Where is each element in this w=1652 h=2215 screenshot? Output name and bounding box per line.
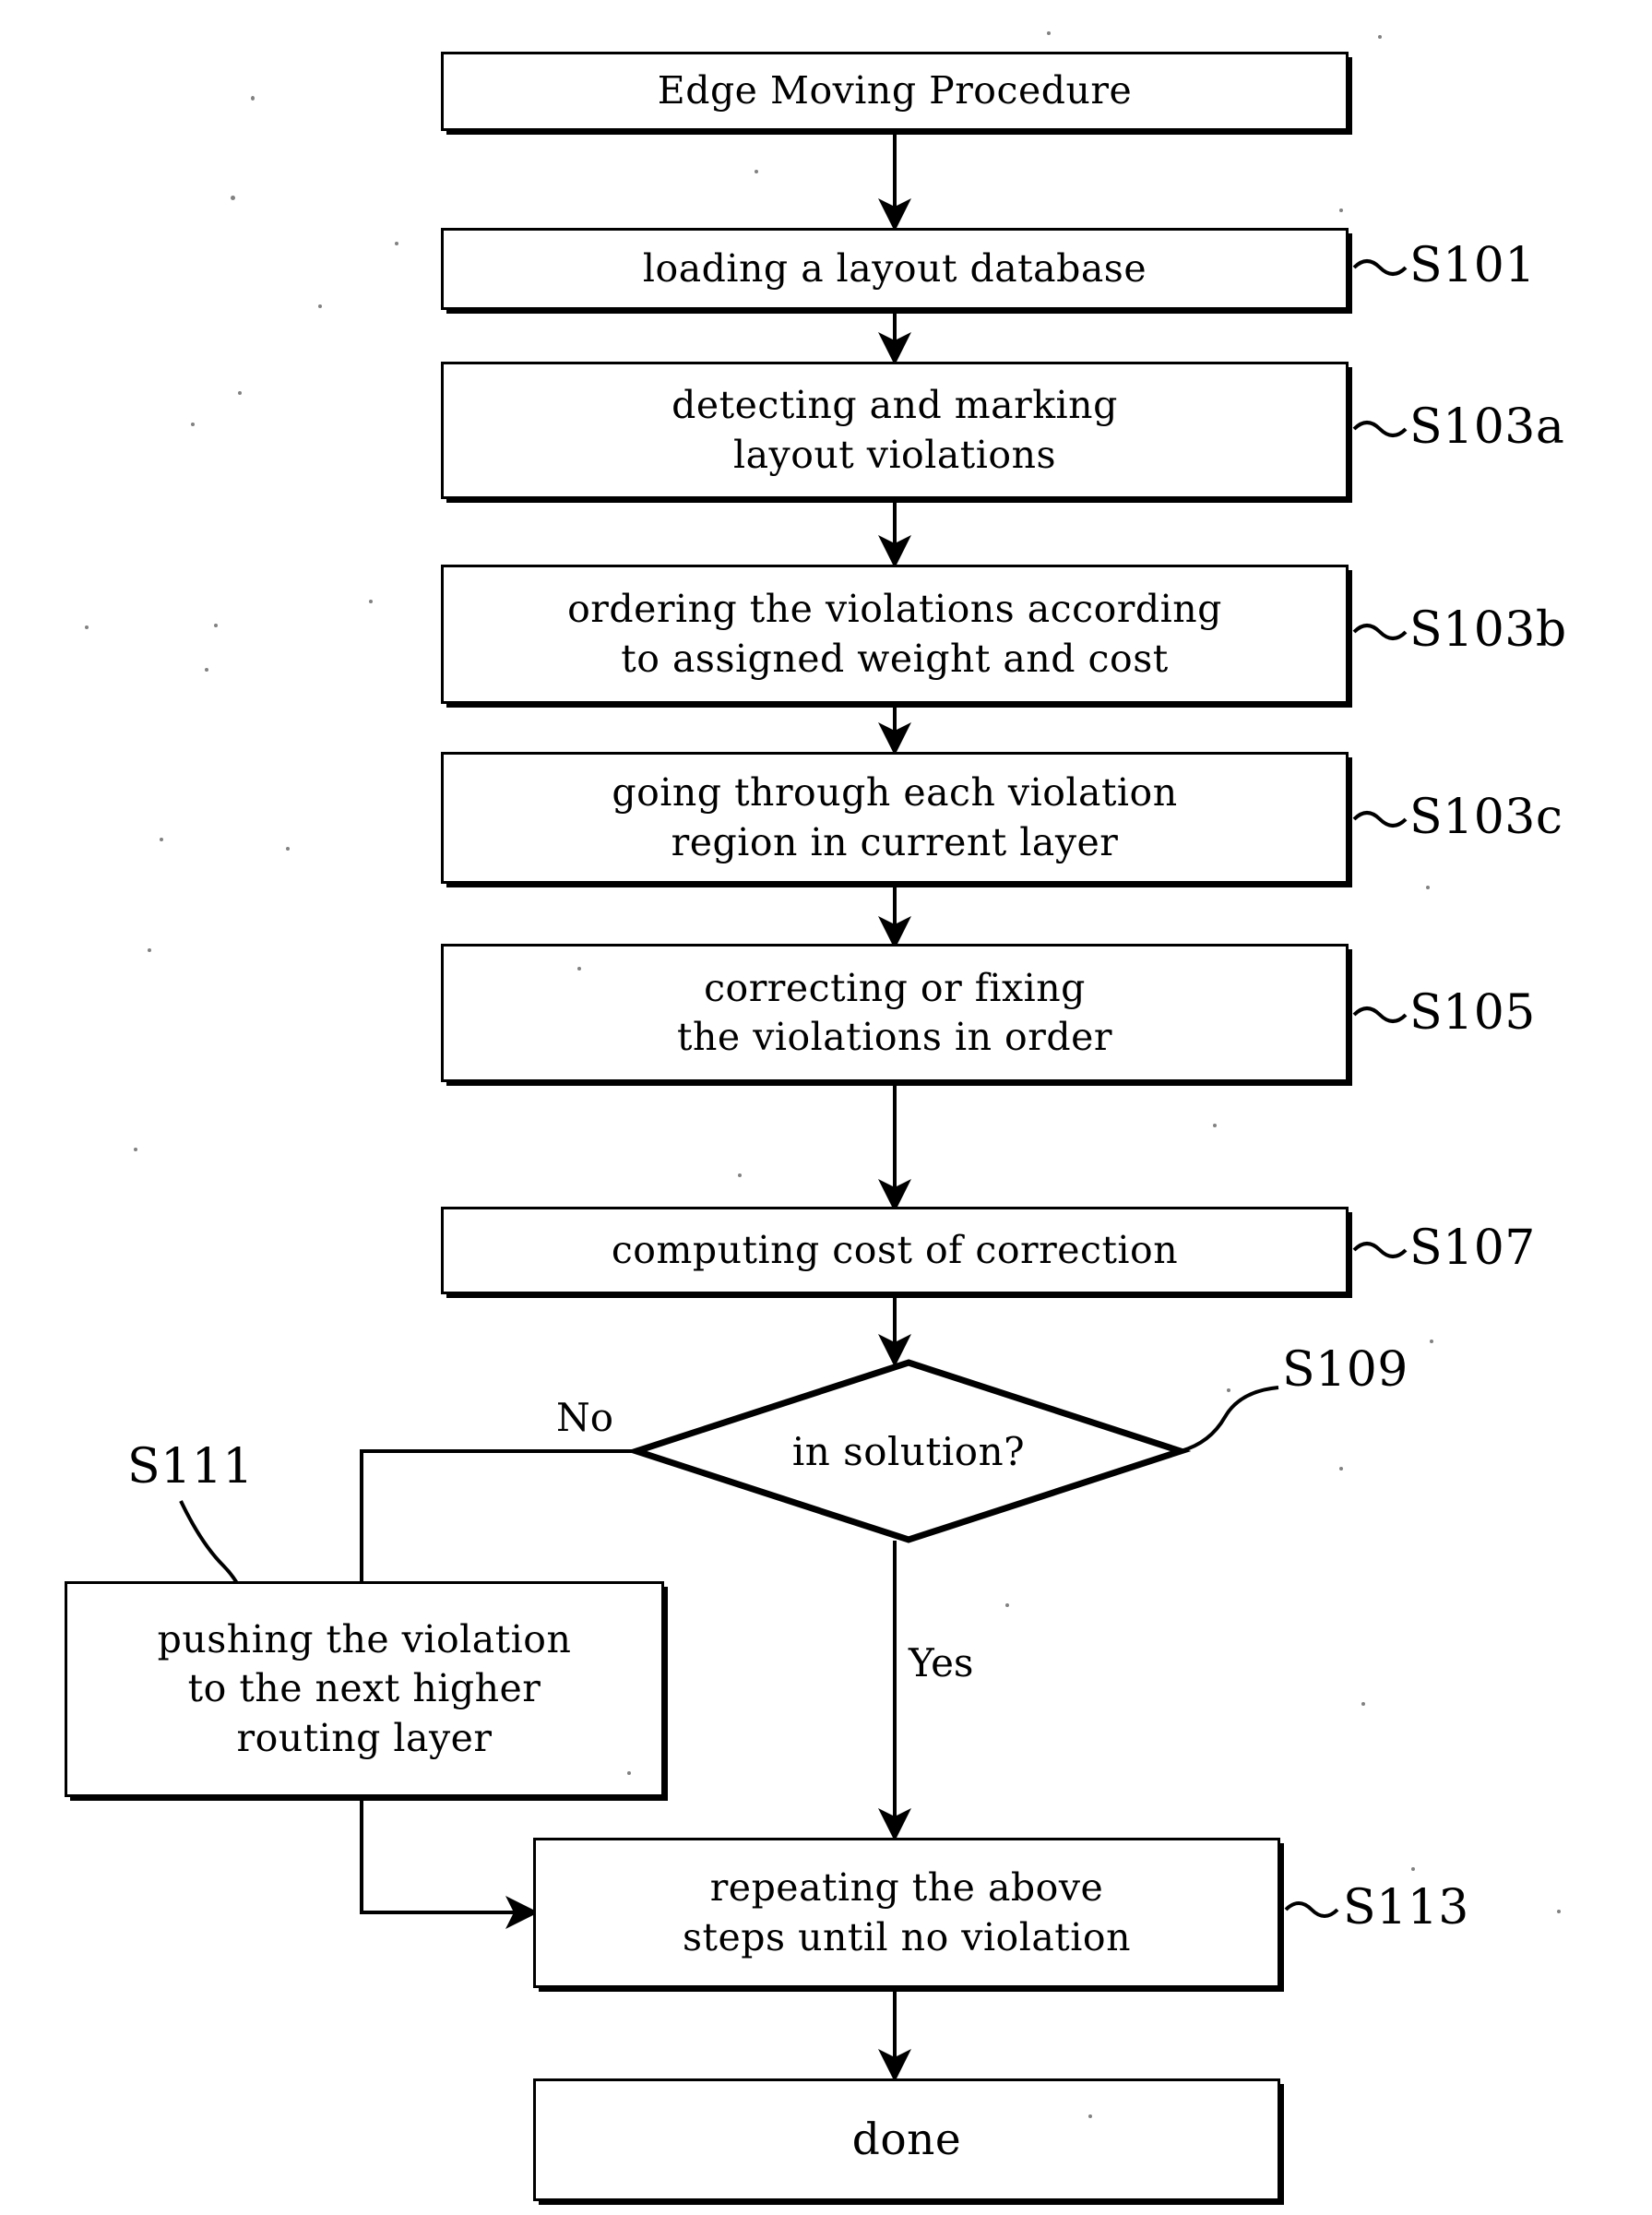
leader-s103b	[1352, 624, 1408, 640]
scan-speck	[1557, 1910, 1561, 1913]
steptag-s113: S113	[1343, 1880, 1469, 1935]
scan-speck	[1430, 1340, 1433, 1343]
scan-speck	[755, 170, 758, 173]
scan-speck	[214, 624, 218, 627]
scan-speck	[286, 847, 290, 851]
flowchart-canvas: Edge Moving Procedure loading a layout d…	[0, 0, 1652, 2215]
scan-speck	[231, 196, 235, 200]
steptag-s103c: S103c	[1409, 790, 1563, 845]
scan-speck	[318, 304, 322, 308]
steptag-s103a: S103a	[1409, 399, 1565, 455]
scan-speck	[627, 1771, 631, 1775]
node-s101-label: loading a layout database	[642, 245, 1147, 291]
edge-label-no: No	[556, 1395, 614, 1440]
steptag-s105: S105	[1409, 985, 1536, 1041]
leader-s113	[1284, 1901, 1339, 1918]
steptag-s103b: S103b	[1409, 602, 1567, 658]
edge-s111-to-s113	[360, 1797, 539, 1929]
scan-speck	[738, 1173, 742, 1177]
node-s103a[interactable]: detecting and marking layout violations	[441, 362, 1349, 499]
node-s109[interactable]: in solution?	[636, 1363, 1181, 1540]
scan-speck	[205, 668, 208, 672]
edge-s109-no-to-s111-path	[360, 1449, 636, 1581]
node-s103a-label: detecting and marking layout violations	[671, 383, 1118, 477]
node-done[interactable]: done	[533, 2078, 1280, 2201]
scan-speck	[1088, 2114, 1092, 2118]
scan-speck	[1361, 1702, 1365, 1706]
node-s105-label: correcting or fixing the violations in o…	[677, 965, 1112, 1059]
node-s101[interactable]: loading a layout database	[441, 228, 1349, 310]
scan-speck	[1213, 1124, 1217, 1127]
node-s109-label: in solution?	[791, 1428, 1026, 1474]
steptag-s107: S107	[1409, 1221, 1536, 1276]
node-start[interactable]: Edge Moving Procedure	[441, 52, 1349, 131]
scan-speck	[1411, 1867, 1415, 1871]
scan-speck	[148, 948, 151, 952]
leader-s105	[1352, 1006, 1408, 1023]
node-s113-label: repeating the above steps until no viola…	[683, 1865, 1131, 1959]
node-start-label: Edge Moving Procedure	[657, 68, 1133, 113]
steptag-s109: S109	[1282, 1342, 1408, 1398]
node-s111-label: pushing the violation to the next higher…	[157, 1617, 572, 1760]
scan-speck	[1047, 31, 1051, 35]
scan-speck	[1426, 886, 1430, 889]
node-done-label: done	[851, 2114, 962, 2165]
node-s105[interactable]: correcting or fixing the violations in o…	[441, 944, 1349, 1082]
node-s113[interactable]: repeating the above steps until no viola…	[533, 1838, 1280, 1988]
leader-s109	[1180, 1386, 1279, 1453]
steptag-s111: S111	[127, 1439, 254, 1495]
scan-speck	[1005, 1603, 1009, 1607]
scan-speck	[191, 423, 195, 426]
scan-speck	[1227, 1388, 1230, 1392]
node-s103c-label: going through each violation region in c…	[612, 770, 1178, 864]
node-s107-label: computing cost of correction	[611, 1227, 1179, 1272]
node-s111[interactable]: pushing the violation to the next higher…	[65, 1581, 664, 1797]
node-s107[interactable]: computing cost of correction	[441, 1207, 1349, 1294]
scan-speck	[134, 1148, 137, 1151]
leader-s103a	[1352, 421, 1408, 437]
scan-speck	[160, 838, 163, 841]
leader-s103c	[1352, 811, 1408, 828]
edge-label-yes: Yes	[909, 1640, 974, 1685]
scan-speck	[238, 391, 242, 395]
scan-speck	[369, 600, 373, 603]
scan-speck	[1378, 35, 1382, 39]
scan-speck	[577, 967, 581, 971]
leader-s101	[1352, 259, 1408, 276]
node-s103b-label: ordering the violations according to ass…	[567, 587, 1222, 681]
scan-speck	[85, 625, 89, 629]
steptag-s101: S101	[1409, 238, 1536, 293]
scan-speck	[395, 242, 398, 245]
scan-speck	[251, 96, 255, 101]
node-s103b[interactable]: ordering the violations according to ass…	[441, 565, 1349, 704]
scan-speck	[1339, 1467, 1343, 1471]
leader-s107	[1352, 1242, 1408, 1258]
node-s103c[interactable]: going through each violation region in c…	[441, 752, 1349, 884]
scan-speck	[1339, 208, 1343, 212]
